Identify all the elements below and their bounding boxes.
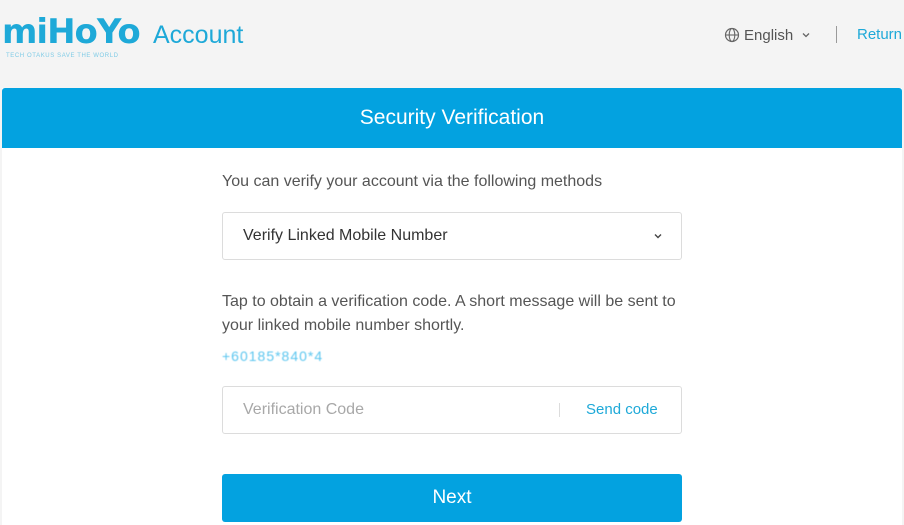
verification-method-select[interactable]: Verify Linked Mobile Number (222, 212, 682, 260)
panel-title: Security Verification (2, 88, 902, 148)
masked-phone-number: +60185*840*4 (222, 348, 324, 364)
chevron-down-icon (802, 33, 810, 38)
next-button[interactable]: Next (222, 474, 682, 522)
code-field-divider (559, 403, 560, 417)
verification-description: Tap to obtain a verification code. A sho… (222, 293, 676, 334)
mihoyo-logo[interactable]: miHoYo TECH OTAKUS SAVE THE WORLD (2, 8, 141, 64)
header: miHoYo TECH OTAKUS SAVE THE WORLD Accoun… (0, 0, 904, 88)
security-verification-panel: Security Verification You can verify you… (2, 88, 902, 525)
logo-wordmark: miHoYo (2, 12, 141, 52)
logo-tagline: TECH OTAKUS SAVE THE WORLD (6, 53, 119, 59)
language-label: English (744, 26, 794, 44)
return-link[interactable]: Return (857, 25, 902, 45)
header-divider (836, 26, 837, 43)
method-selected-value: Verify Linked Mobile Number (243, 227, 448, 244)
verification-code-input[interactable] (224, 388, 563, 432)
globe-icon (724, 27, 740, 43)
verification-code-field: Send code (222, 386, 682, 434)
send-code-button[interactable]: Send code (586, 400, 658, 420)
language-selector[interactable]: English (724, 25, 815, 45)
chevron-down-icon (654, 234, 662, 239)
page-title: Account (153, 21, 244, 49)
intro-text: You can verify your account via the foll… (222, 173, 603, 190)
